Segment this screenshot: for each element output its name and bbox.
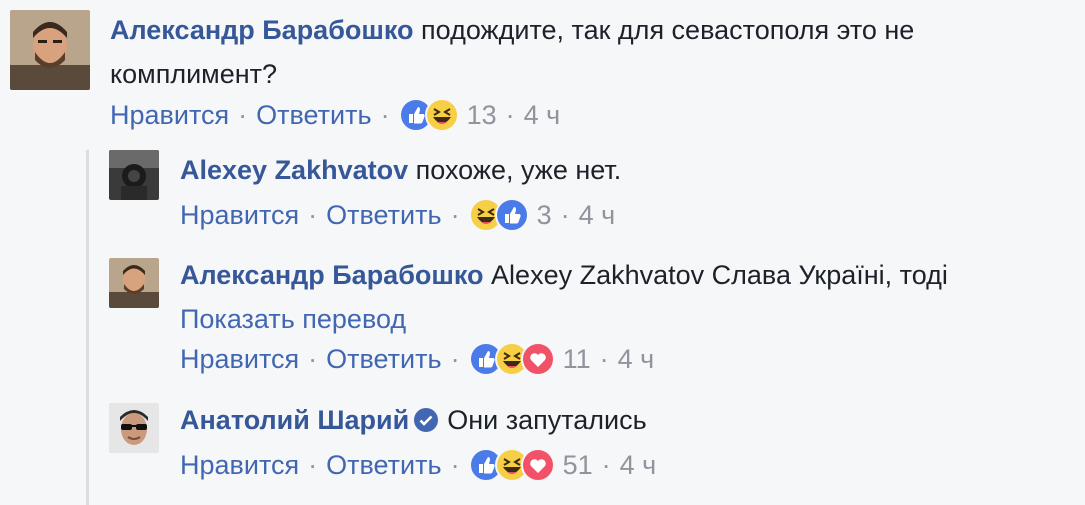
reply-thread-line: [86, 150, 89, 505]
reactions[interactable]: [468, 448, 555, 482]
reactions[interactable]: [468, 198, 529, 232]
love-icon: [520, 448, 555, 482]
separator: ·: [238, 99, 248, 130]
comment-body: Александр Барабошко подождите, так для с…: [110, 8, 1060, 96]
comment-actions: Нравится · Ответить · 11 · 4 ч: [180, 342, 654, 376]
comment-timestamp[interactable]: 4 ч: [620, 450, 657, 481]
separator: ·: [599, 343, 609, 374]
separator: ·: [308, 343, 318, 374]
comment-actions: Нравится · Ответить · 51 · 4 ч: [180, 448, 656, 482]
comment-body: Александр Барабошко Alexey Zakhvatov Сла…: [180, 253, 1060, 341]
comment-timestamp[interactable]: 4 ч: [618, 344, 655, 375]
love-icon: [520, 342, 555, 376]
comment-text: Они запутались: [447, 405, 647, 435]
separator: ·: [380, 99, 390, 130]
separator: ·: [505, 99, 515, 130]
comment-author[interactable]: Александр Барабошко: [180, 260, 484, 290]
separator: ·: [450, 449, 460, 480]
like-icon: [494, 198, 529, 232]
comment-author[interactable]: Александр Барабошко: [110, 15, 414, 45]
like-button[interactable]: Нравится: [180, 200, 299, 231]
comment-body: Alexey Zakhvatov похоже, уже нет.: [180, 148, 1060, 192]
separator: ·: [601, 449, 611, 480]
like-button[interactable]: Нравится: [180, 344, 299, 375]
comment-text: похоже, уже нет.: [415, 155, 622, 185]
reply-button[interactable]: Ответить: [326, 200, 441, 231]
comment-actions: Нравится · Ответить · 13 · 4 ч: [110, 98, 560, 132]
comment-author[interactable]: Анатолий Шарий: [180, 405, 409, 435]
separator: ·: [308, 199, 318, 230]
reaction-count[interactable]: 3: [537, 200, 552, 231]
comment-author[interactable]: Alexey Zakhvatov: [180, 155, 408, 185]
reply-button[interactable]: Ответить: [326, 450, 441, 481]
avatar[interactable]: [10, 10, 90, 90]
reaction-count[interactable]: 13: [467, 100, 497, 131]
separator: ·: [308, 449, 318, 480]
show-translation-link[interactable]: Показать перевод: [180, 304, 406, 334]
comment-timestamp[interactable]: 4 ч: [579, 200, 616, 231]
separator: ·: [560, 199, 570, 230]
verified-badge-icon: [413, 402, 439, 446]
comment-timestamp[interactable]: 4 ч: [524, 100, 561, 131]
comment-text: Alexey Zakhvatov Слава Україні, тоді: [491, 260, 948, 290]
reply-button[interactable]: Ответить: [256, 100, 371, 131]
avatar[interactable]: [109, 150, 159, 200]
haha-icon: [424, 98, 459, 132]
like-button[interactable]: Нравится: [110, 100, 229, 131]
separator: ·: [450, 343, 460, 374]
reactions[interactable]: [398, 98, 459, 132]
reaction-count[interactable]: 11: [563, 344, 591, 375]
reply-button[interactable]: Ответить: [326, 344, 441, 375]
avatar[interactable]: [109, 258, 159, 308]
like-button[interactable]: Нравится: [180, 450, 299, 481]
avatar[interactable]: [109, 403, 159, 453]
comment-body: Анатолий Шарий Они запутались: [180, 398, 1060, 446]
reaction-count[interactable]: 51: [563, 450, 593, 481]
separator: ·: [450, 199, 460, 230]
reactions[interactable]: [468, 342, 555, 376]
comment-actions: Нравится · Ответить · 3 · 4 ч: [180, 198, 615, 232]
